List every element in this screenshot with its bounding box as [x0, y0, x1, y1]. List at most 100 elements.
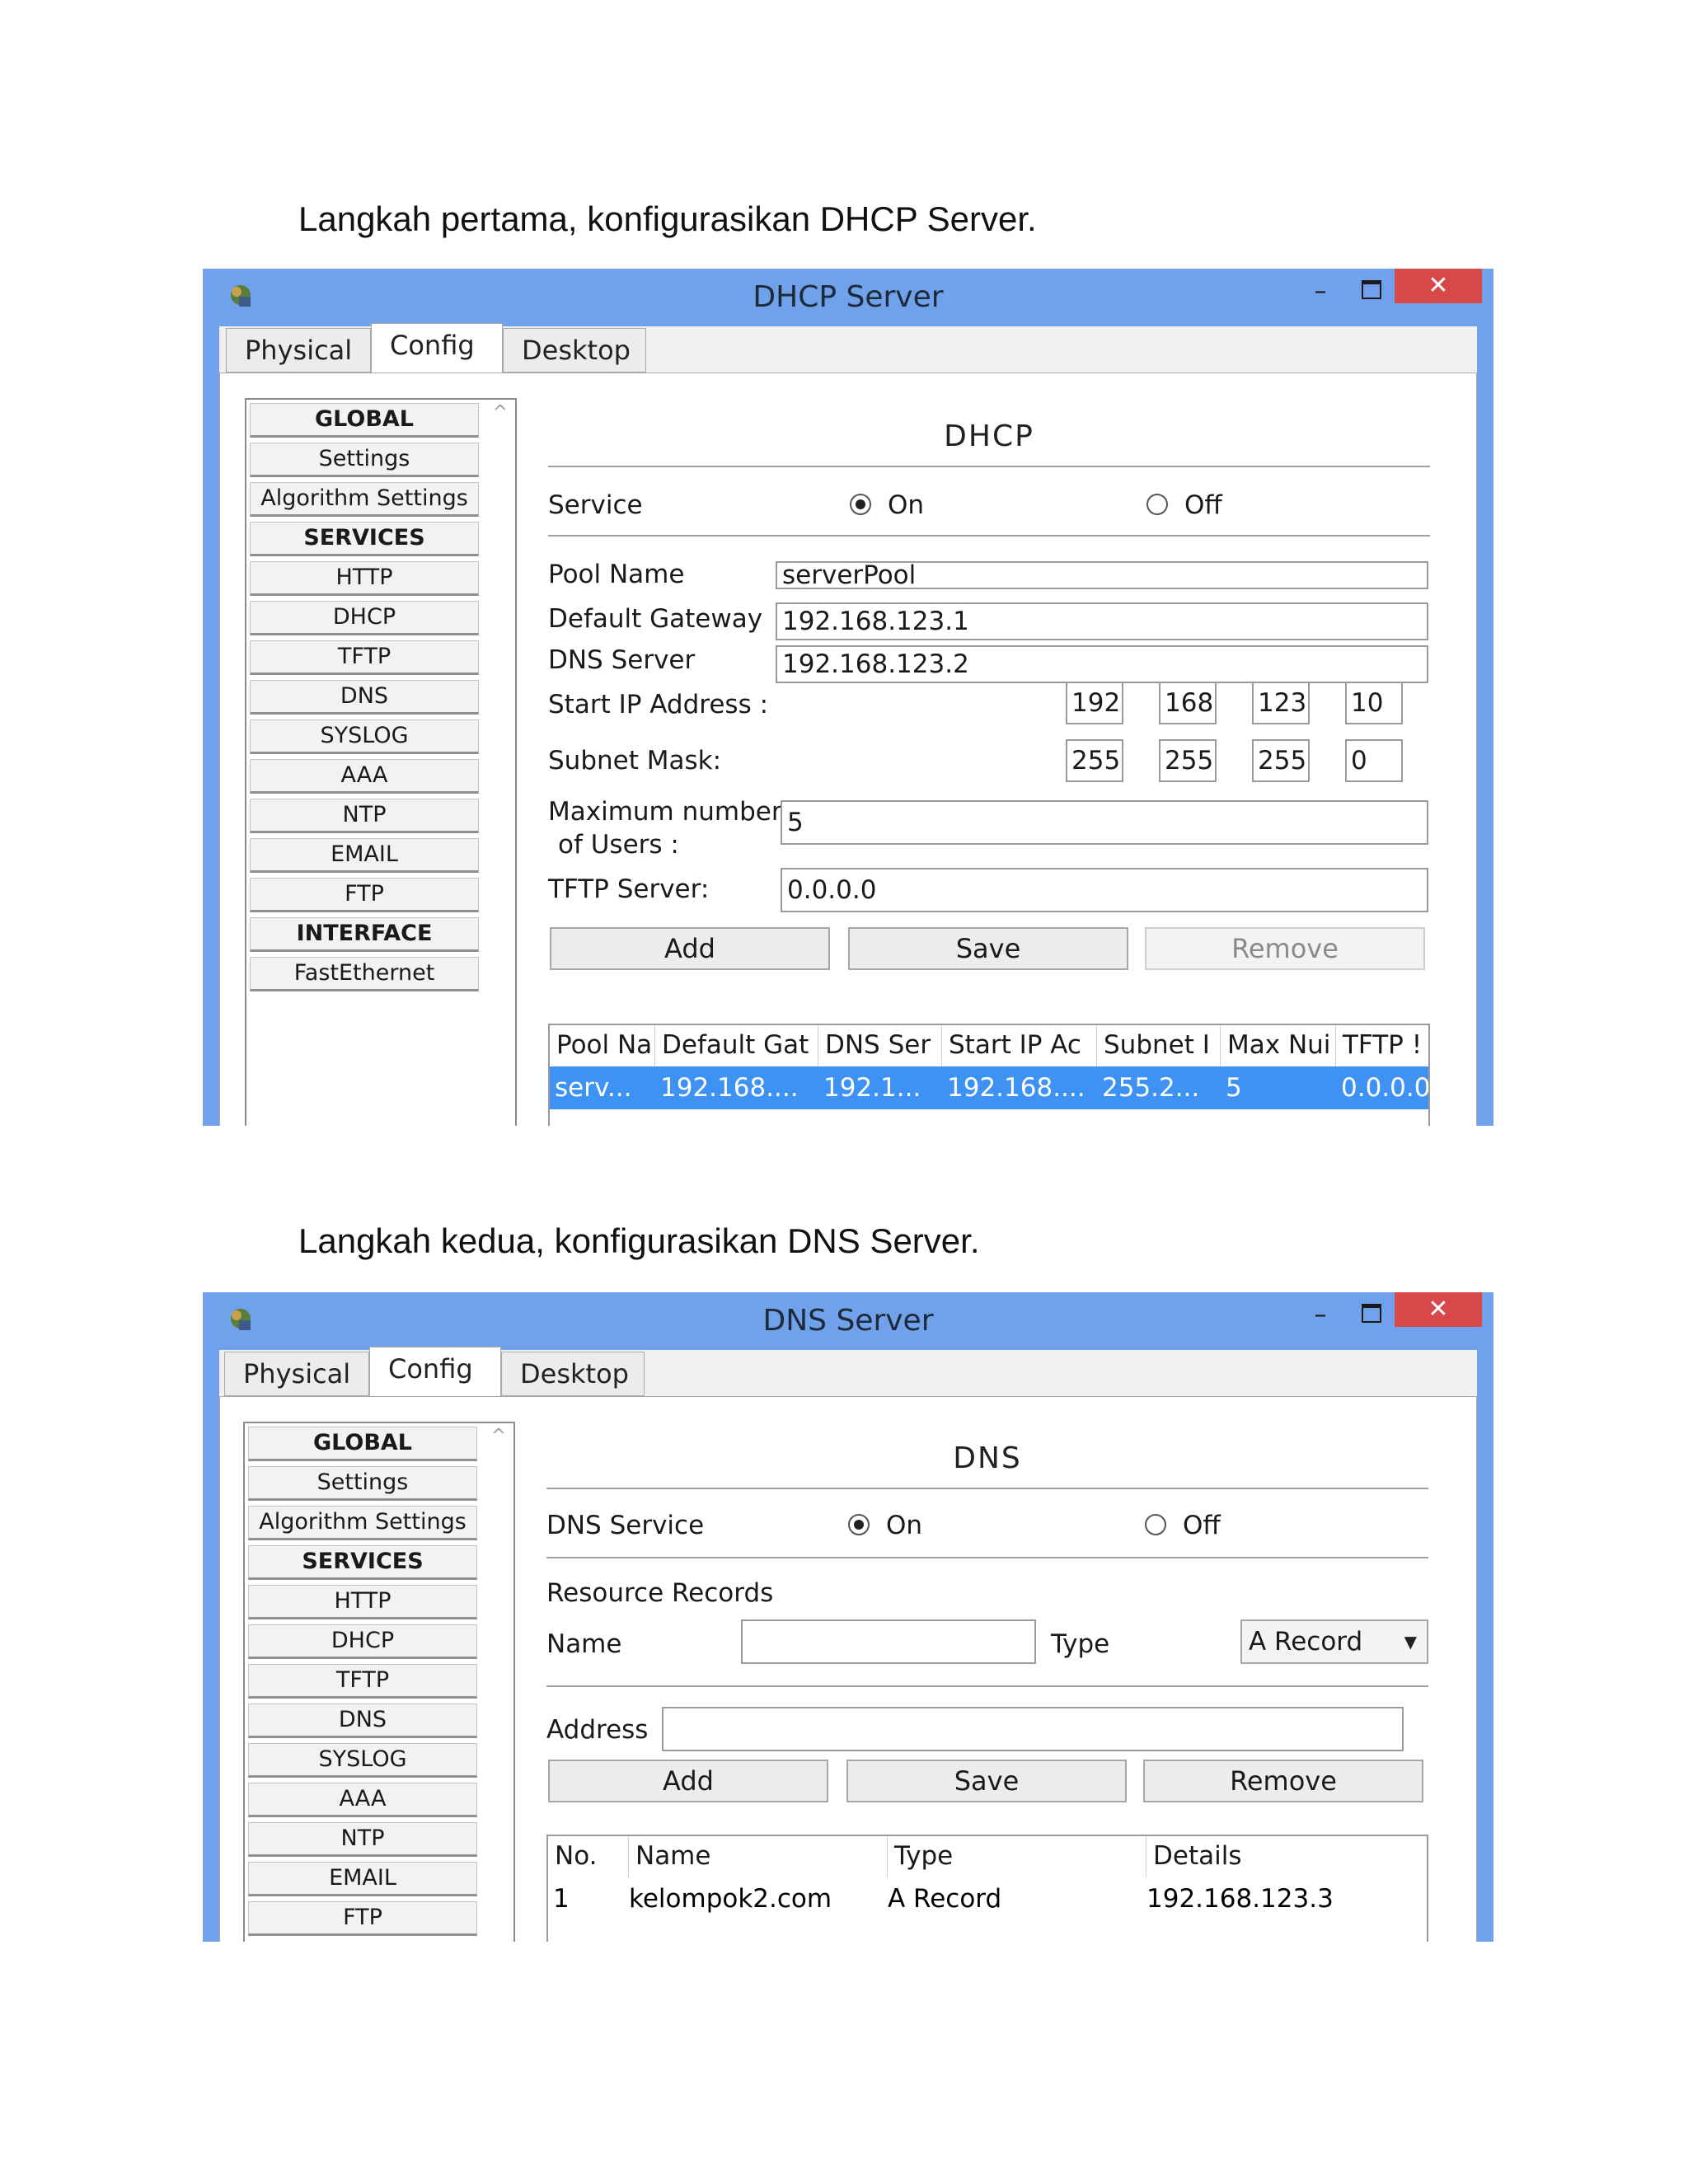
subnet-octet-4[interactable]: 0 — [1345, 739, 1403, 782]
start-ip-octet-1[interactable]: 192 — [1066, 682, 1123, 724]
address-label: Address — [546, 1715, 649, 1745]
minimize-button[interactable]: – — [1304, 275, 1337, 308]
sidebar-item-http[interactable]: HTTP — [250, 561, 479, 596]
sidebar-item-algorithm-settings[interactable]: Algorithm Settings — [248, 1506, 477, 1540]
address-input[interactable] — [662, 1707, 1404, 1751]
add-button[interactable]: Add — [550, 927, 830, 970]
sidebar-header-services: SERVICES — [248, 1545, 477, 1580]
cell-default-gateway: 192.168.... — [660, 1073, 799, 1103]
name-input[interactable] — [741, 1619, 1036, 1664]
sidebar-item-ntp[interactable]: NTP — [250, 799, 479, 833]
sidebar-item-settings[interactable]: Settings — [250, 443, 479, 477]
panel-title: DHCP — [944, 419, 1034, 453]
save-button[interactable]: Save — [848, 927, 1128, 970]
config-content: ^ GLOBAL Settings Algorithm Settings SER… — [219, 1396, 1477, 1942]
column-header-dns-server[interactable]: DNS Ser — [818, 1025, 942, 1066]
caption-dhcp-step: Langkah pertama, konfigurasikan DHCP Ser… — [298, 199, 1037, 238]
scroll-up-icon[interactable]: ^ — [492, 404, 509, 422]
tab-physical[interactable]: Physical — [226, 328, 371, 373]
minimize-button[interactable]: – — [1304, 1299, 1337, 1332]
tftp-server-label: TFTP Server: — [548, 874, 710, 904]
service-off-radio[interactable] — [1146, 494, 1168, 515]
sidebar-item-syslog[interactable]: SYSLOG — [248, 1743, 477, 1778]
subnet-octet-3[interactable]: 255 — [1252, 739, 1310, 782]
dns-off-radio[interactable] — [1145, 1514, 1166, 1535]
table-row[interactable]: serv... 192.168.... 192.1... 192.168....… — [550, 1066, 1428, 1109]
remove-button[interactable]: Remove — [1143, 1760, 1423, 1802]
service-on-radio[interactable] — [850, 494, 871, 515]
column-header-pool-name[interactable]: Pool Na — [550, 1025, 655, 1066]
sidebar-item-dns[interactable]: DNS — [248, 1704, 477, 1738]
tftp-server-field[interactable]: 0.0.0.0 — [781, 868, 1428, 912]
service-label: Service — [548, 490, 643, 520]
column-header-default-gateway[interactable]: Default Gat — [655, 1025, 818, 1066]
maximize-button[interactable] — [1355, 1299, 1388, 1332]
cell-details: 192.168.123.3 — [1146, 1884, 1334, 1914]
cell-name: kelompok2.com — [629, 1884, 832, 1914]
sidebar-item-tftp[interactable]: TFTP — [250, 640, 479, 675]
column-header-max-users[interactable]: Max Nui — [1221, 1025, 1336, 1066]
title-bar[interactable]: DNS Server – ✕ — [203, 1292, 1493, 1350]
config-content: ^ GLOBAL Settings Algorithm Settings SER… — [219, 373, 1477, 1126]
sidebar-item-fastethernet[interactable]: FastEthernet — [250, 957, 479, 991]
column-header-subnet[interactable]: Subnet I — [1097, 1025, 1221, 1066]
title-bar[interactable]: DHCP Server – ✕ — [203, 269, 1493, 326]
window-title: DHCP Server — [753, 280, 944, 314]
sidebar-item-algorithm-settings[interactable]: Algorithm Settings — [250, 482, 479, 517]
column-header-type[interactable]: Type — [888, 1836, 1146, 1877]
sidebar-item-aaa[interactable]: AAA — [250, 759, 479, 794]
subnet-octet-2[interactable]: 255 — [1159, 739, 1217, 782]
sidebar-item-settings[interactable]: Settings — [248, 1466, 477, 1501]
start-ip-octet-3[interactable]: 123 — [1252, 682, 1310, 724]
sidebar-item-email[interactable]: EMAIL — [248, 1862, 477, 1896]
sidebar-item-dns[interactable]: DNS — [250, 680, 479, 715]
sidebar-item-tftp[interactable]: TFTP — [248, 1664, 477, 1699]
dns-server-field[interactable]: 192.168.123.2 — [776, 645, 1428, 683]
tab-desktop[interactable]: Desktop — [503, 328, 646, 373]
save-button[interactable]: Save — [846, 1760, 1127, 1802]
pool-name-label: Pool Name — [548, 560, 685, 589]
sidebar-header-global: GLOBAL — [250, 403, 479, 438]
sidebar-item-ntp[interactable]: NTP — [248, 1822, 477, 1857]
cell-dns-server: 192.1... — [823, 1073, 921, 1103]
column-header-no[interactable]: No. — [548, 1836, 629, 1877]
sidebar-item-dhcp[interactable]: DHCP — [248, 1624, 477, 1659]
sidebar-item-ftp[interactable]: FTP — [248, 1901, 477, 1936]
close-button[interactable]: ✕ — [1395, 269, 1482, 303]
cell-type: A Record — [888, 1884, 1002, 1914]
max-users-field[interactable]: 5 — [781, 800, 1428, 845]
service-on-label: On — [888, 490, 925, 520]
column-header-start-ip[interactable]: Start IP Ac — [942, 1025, 1097, 1066]
scroll-up-icon[interactable]: ^ — [490, 1427, 507, 1446]
sidebar-item-dhcp[interactable]: DHCP — [250, 601, 479, 635]
tab-config[interactable]: Config — [371, 323, 503, 374]
sidebar-item-http[interactable]: HTTP — [248, 1585, 477, 1619]
tab-desktop[interactable]: Desktop — [501, 1352, 645, 1396]
column-header-name[interactable]: Name — [629, 1836, 888, 1877]
start-ip-octet-4[interactable]: 10 — [1345, 682, 1403, 724]
subnet-mask-label: Subnet Mask: — [548, 746, 722, 776]
dns-server-window: DNS Server – ✕ Physical Config Desktop ^… — [203, 1292, 1493, 1942]
subnet-octet-1[interactable]: 255 — [1066, 739, 1123, 782]
max-users-label-line1: Maximum number — [548, 797, 782, 827]
sidebar-item-ftp[interactable]: FTP — [250, 878, 479, 912]
remove-button[interactable]: Remove — [1145, 927, 1425, 970]
type-select[interactable]: A Record ▼ — [1240, 1619, 1428, 1664]
table-row[interactable]: 1 kelompok2.com A Record 192.168.123.3 — [548, 1877, 1427, 1920]
dns-on-radio[interactable] — [848, 1514, 870, 1535]
sidebar-item-syslog[interactable]: SYSLOG — [250, 719, 479, 754]
default-gateway-field[interactable]: 192.168.123.1 — [776, 602, 1428, 640]
column-header-details[interactable]: Details — [1146, 1836, 1427, 1877]
maximize-button[interactable] — [1355, 275, 1388, 308]
column-header-tftp[interactable]: TFTP ! — [1336, 1025, 1428, 1066]
tab-config[interactable]: Config — [369, 1347, 501, 1398]
add-button[interactable]: Add — [548, 1760, 828, 1802]
close-button[interactable]: ✕ — [1395, 1292, 1482, 1327]
start-ip-octet-2[interactable]: 168 — [1159, 682, 1217, 724]
caption-dns-step: Langkah kedua, konfigurasikan DNS Server… — [298, 1221, 980, 1260]
tab-physical[interactable]: Physical — [224, 1352, 369, 1396]
maximize-icon — [1362, 1304, 1381, 1323]
sidebar-item-aaa[interactable]: AAA — [248, 1783, 477, 1817]
pool-name-field[interactable]: serverPool — [776, 561, 1428, 589]
sidebar-item-email[interactable]: EMAIL — [250, 838, 479, 873]
